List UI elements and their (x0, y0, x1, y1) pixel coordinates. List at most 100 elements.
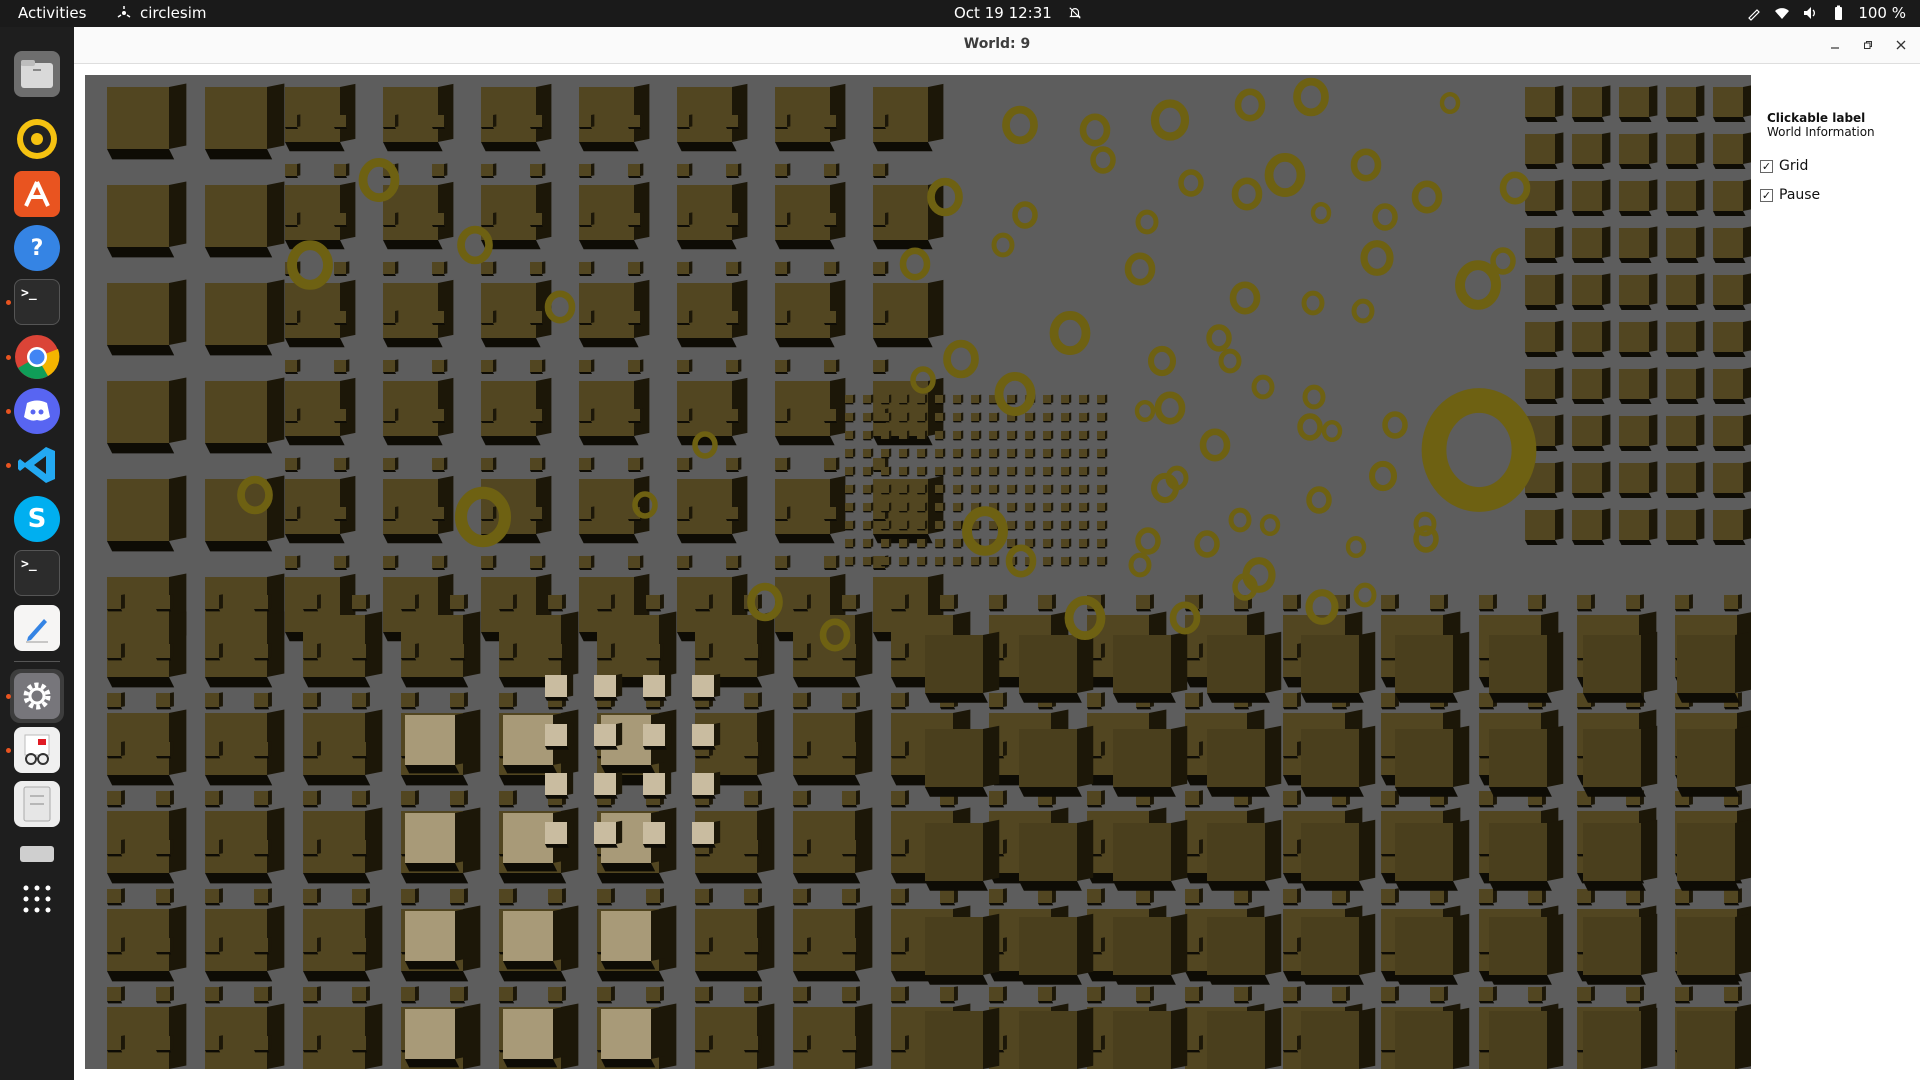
cube (1666, 369, 1696, 399)
cube (579, 311, 591, 323)
cube-bottom (432, 176, 446, 179)
close-button[interactable] (1891, 35, 1911, 55)
cube-side (1444, 594, 1448, 609)
cube-bottom (1677, 787, 1740, 797)
cube-side (961, 556, 964, 565)
cube-bottom (953, 439, 962, 441)
cube-side (961, 430, 964, 439)
dock-discord[interactable] (6, 384, 64, 438)
cube (1136, 987, 1150, 1001)
cube-side (1265, 1007, 1282, 1069)
cube-side (807, 1035, 811, 1050)
pause-checkbox[interactable]: ✓ (1760, 188, 1773, 202)
cube-side (871, 448, 874, 457)
cube (643, 675, 665, 697)
cube-bottom (1332, 903, 1348, 906)
cube-bottom (285, 127, 299, 130)
cube-bottom (405, 863, 460, 872)
cube-side (1555, 367, 1564, 399)
cube (1043, 557, 1051, 565)
cube-bottom (1087, 805, 1103, 808)
cube (628, 164, 640, 176)
cube-bottom (1207, 975, 1270, 985)
cube (989, 413, 997, 421)
cube-bottom (1525, 305, 1558, 311)
dock-settings[interactable] (6, 669, 64, 723)
cube (1079, 557, 1087, 565)
cube-side (1199, 692, 1203, 707)
cube-side (1359, 1007, 1376, 1069)
cube-side (444, 212, 448, 225)
dock-software[interactable] (10, 167, 64, 221)
cube-side (905, 692, 909, 707)
title-bar[interactable]: World: 9 (74, 27, 1920, 64)
cube (156, 693, 170, 707)
minimize-button[interactable] (1825, 35, 1845, 55)
dock-disks[interactable] (10, 777, 64, 831)
cube-bottom (842, 1001, 858, 1004)
dock-files[interactable] (10, 47, 64, 101)
dock-skype[interactable]: S (10, 492, 64, 546)
show-apps-button[interactable] (10, 872, 64, 926)
cube-bottom (873, 176, 887, 179)
cube (1713, 181, 1743, 211)
cube-bottom (1666, 117, 1699, 123)
cube-bottom (1724, 609, 1740, 612)
cube (334, 213, 346, 225)
cube-side (738, 555, 742, 568)
cube (1283, 742, 1297, 756)
cube-side (907, 430, 910, 439)
cube-bottom (863, 403, 872, 405)
cube-bottom (107, 541, 175, 552)
cube (1061, 503, 1069, 511)
dock-terminal-2[interactable]: >_ (10, 546, 64, 600)
cube-side (1602, 179, 1611, 211)
clock[interactable]: Oct 19 12:31 (954, 4, 1082, 22)
cube-side (738, 506, 742, 519)
grid-checkbox-row[interactable]: ✓ Grid (1760, 158, 1808, 174)
cube-bottom (899, 511, 908, 513)
dock-chrome[interactable] (6, 330, 64, 384)
cube-bottom (1572, 117, 1605, 123)
cube-side (1069, 502, 1072, 511)
dock-help[interactable]: ? (10, 221, 64, 275)
pause-checkbox-row[interactable]: ✓ Pause (1760, 187, 1820, 203)
cube (1025, 503, 1033, 511)
cube-side (121, 888, 125, 903)
cube-bottom (1677, 975, 1740, 985)
cube-side (787, 457, 791, 470)
cube-bottom (1234, 903, 1250, 906)
cube (545, 773, 567, 795)
world-3d-viewport[interactable] (85, 75, 1751, 1069)
cube-side (317, 741, 321, 756)
running-indicator (6, 355, 11, 360)
cube-side (415, 692, 419, 707)
dock-rhythmbox[interactable] (10, 112, 64, 166)
cube-bottom (695, 707, 711, 710)
dock-text-editor[interactable] (10, 601, 64, 655)
cube-side (1395, 888, 1399, 903)
dock-document-viewer[interactable] (6, 723, 64, 777)
maximize-button[interactable] (1858, 35, 1878, 55)
cube (1430, 595, 1444, 609)
system-tray[interactable]: 100 % (1746, 4, 1906, 22)
cube (1185, 987, 1199, 1001)
cube-bottom (824, 274, 838, 277)
cube-bottom (935, 403, 944, 405)
activities-button[interactable]: Activities (18, 4, 86, 22)
cube (334, 556, 346, 568)
dock-vscode[interactable] (6, 438, 64, 492)
cube (1713, 134, 1743, 164)
cube-side (1199, 1035, 1203, 1050)
cube (677, 458, 689, 470)
clickable-label[interactable]: Clickable label (1767, 111, 1865, 125)
cube-bottom (1626, 1001, 1642, 1004)
app-menu[interactable]: circlesim (116, 4, 207, 22)
cube-side (738, 408, 742, 421)
cube-side (660, 594, 664, 609)
cube-bottom (726, 225, 740, 228)
grid-checkbox[interactable]: ✓ (1760, 159, 1773, 173)
dock-terminal[interactable]: >_ (6, 275, 64, 329)
cube-bottom (1572, 164, 1605, 170)
cube-side (591, 310, 595, 323)
